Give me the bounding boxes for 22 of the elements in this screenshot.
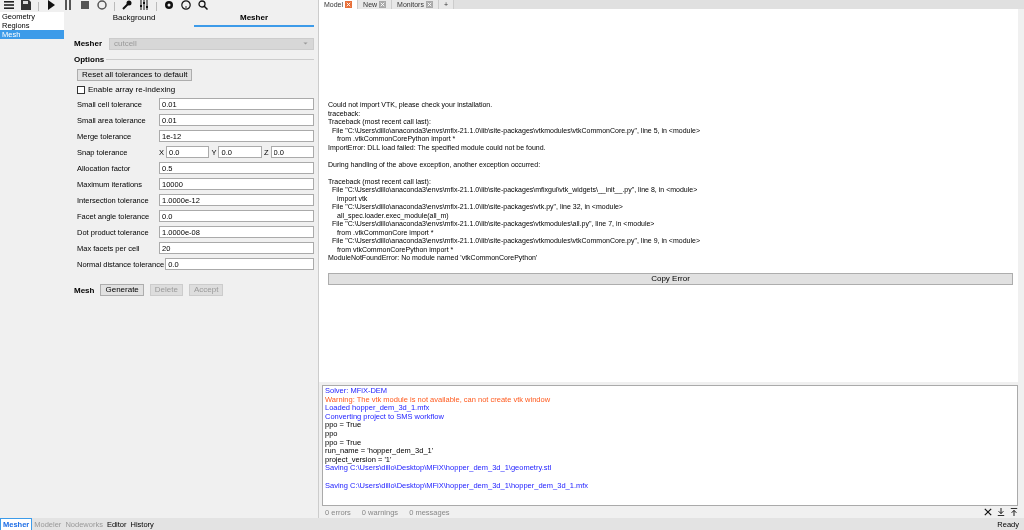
section-title: Options (74, 55, 105, 64)
mesh-button[interactable]: Generate (100, 284, 144, 296)
help-icon[interactable] (181, 0, 191, 10)
play-icon[interactable] (46, 0, 56, 10)
checkbox[interactable] (77, 85, 85, 94)
sliders-icon[interactable] (139, 0, 149, 10)
close-icon[interactable] (984, 508, 992, 516)
section-label: Mesh (74, 285, 95, 295)
menu-icon[interactable] (4, 0, 14, 10)
checkbox-label: Enable array re-indexing (88, 85, 176, 94)
dropdown-arrow-icon (302, 40, 309, 47)
tab[interactable]: Background (74, 11, 194, 27)
download-icon[interactable] (997, 508, 1005, 516)
copy-error-button[interactable]: Copy Error (328, 273, 1013, 285)
search-icon[interactable] (198, 0, 208, 10)
stop-icon[interactable] (80, 0, 90, 10)
pause-icon[interactable] (63, 0, 73, 10)
upload-icon[interactable] (1010, 508, 1018, 516)
reset-button[interactable]: Reset all tolerances to default (77, 69, 193, 81)
save-icon[interactable] (21, 0, 31, 10)
field-label: Mesher (74, 39, 103, 48)
tab[interactable]: Mesher (194, 11, 314, 27)
